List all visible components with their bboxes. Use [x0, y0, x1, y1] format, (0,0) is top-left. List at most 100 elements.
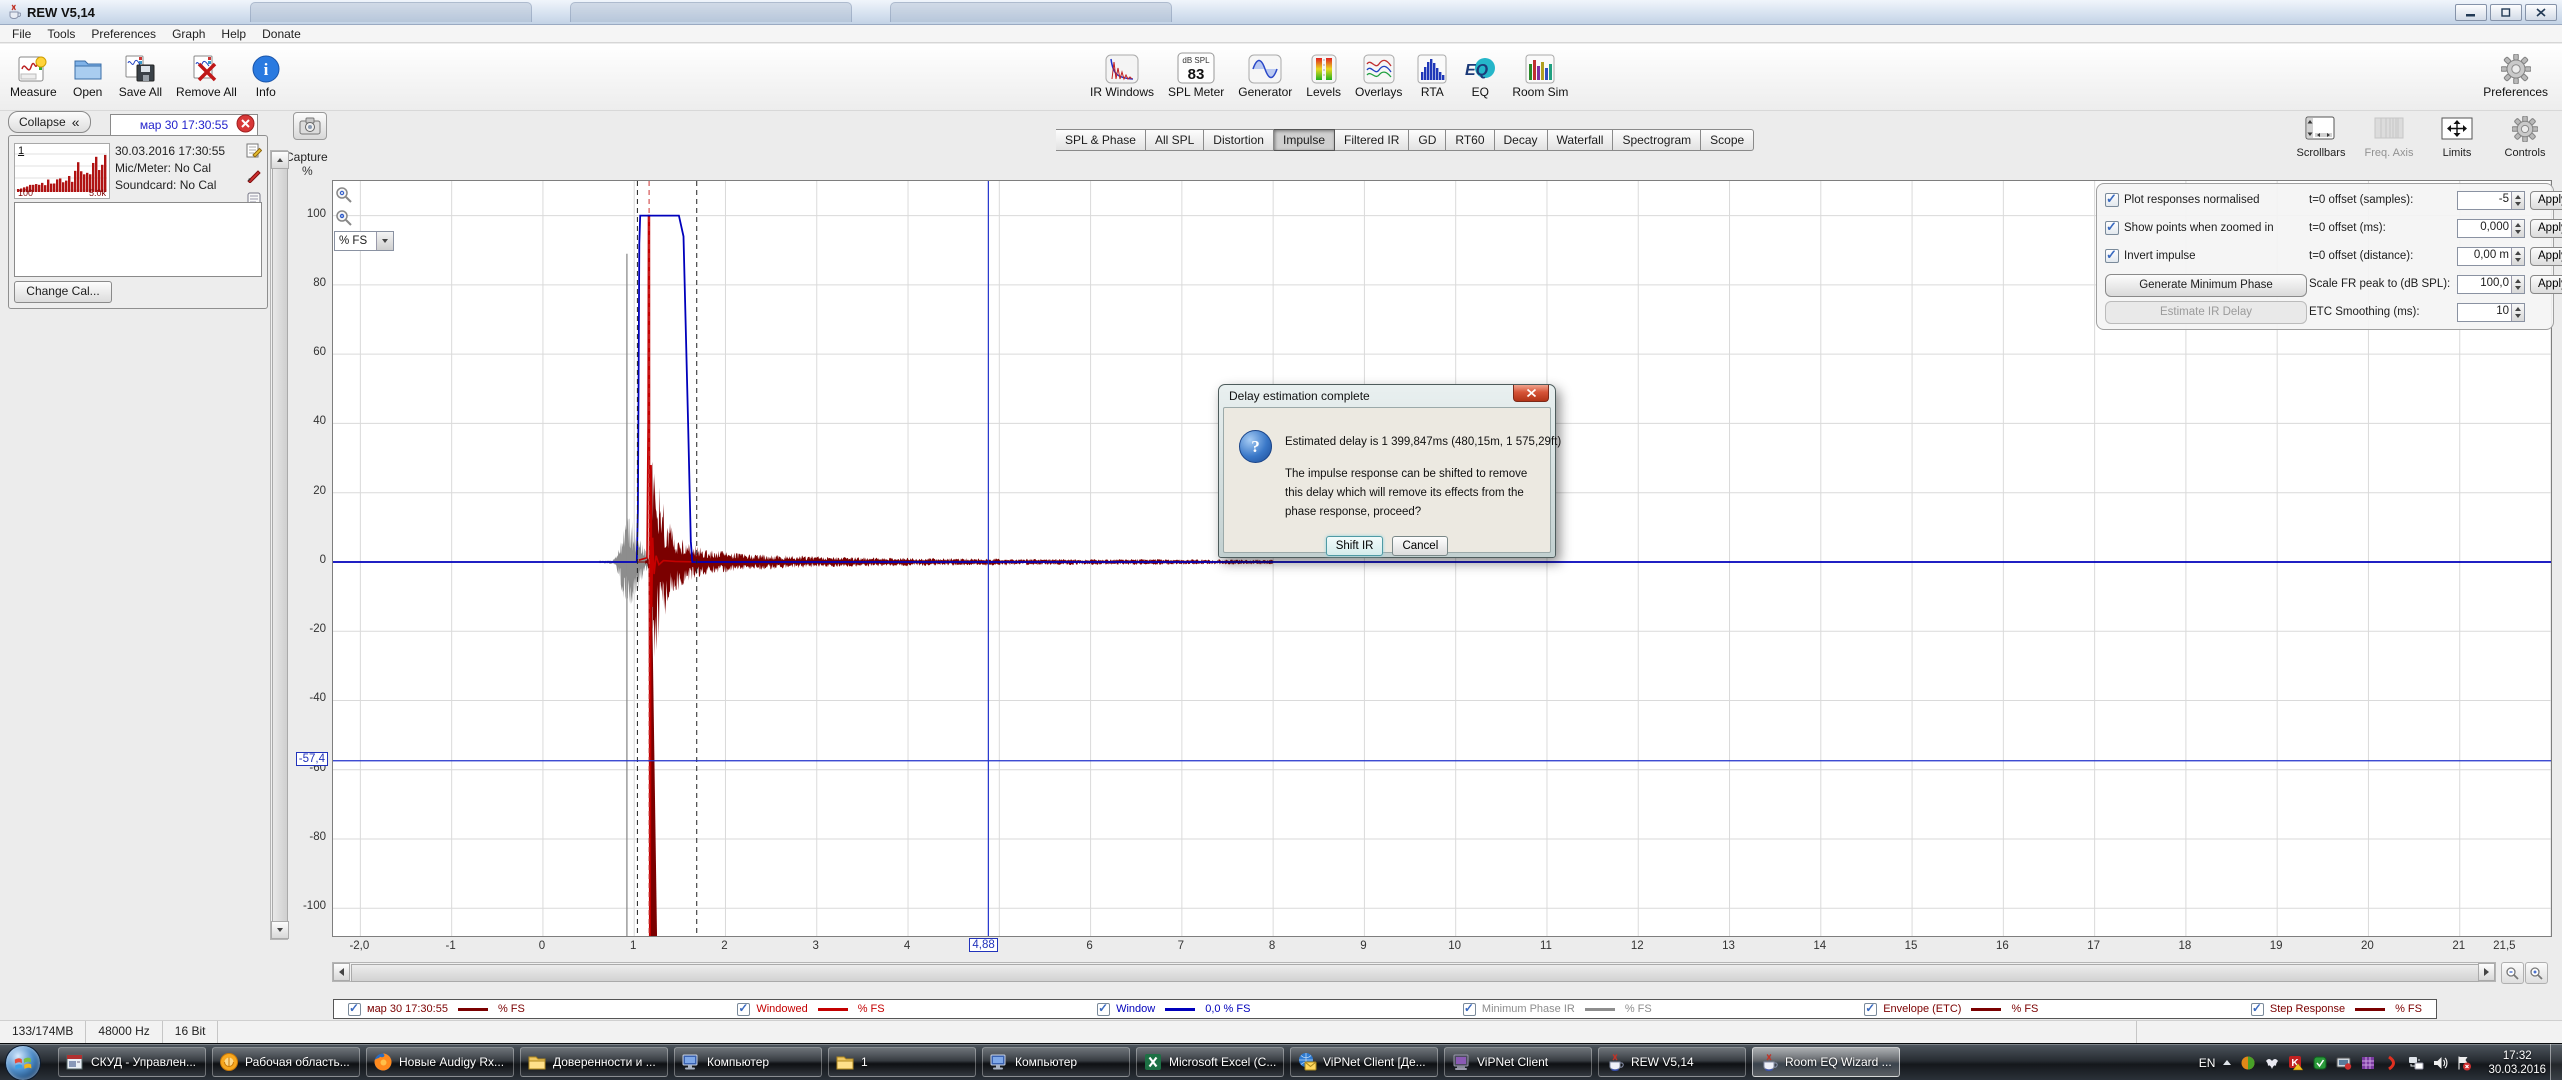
toolbar-button[interactable]: Overlays	[1351, 47, 1406, 100]
tray-bat-icon[interactable]	[2263, 1054, 2280, 1071]
toolbar-button[interactable]: Save All	[115, 47, 166, 100]
graph-tab[interactable]: Scope	[1701, 129, 1754, 151]
trace-checkbox[interactable]	[2251, 1003, 2264, 1016]
measurement-notes-field[interactable]	[14, 202, 262, 277]
graph-view-button[interactable]: Freq. Axis	[2360, 116, 2418, 159]
taskbar-button[interactable]: Рабочая область...	[212, 1047, 360, 1077]
start-button[interactable]	[5, 1045, 41, 1080]
close-button[interactable]	[2525, 4, 2557, 21]
toolbar-button[interactable]: i Info	[247, 47, 285, 100]
taskbar-button[interactable]: Компьютер	[674, 1047, 822, 1077]
toolbar-button[interactable]: Open	[67, 47, 109, 100]
field-input[interactable]: 100,0	[2457, 275, 2525, 294]
panel-button[interactable]: Generate Minimum Phase	[2105, 274, 2307, 297]
toolbar-button[interactable]: IR Windows	[1086, 47, 1158, 100]
preferences-button[interactable]: Preferences	[2479, 47, 2552, 100]
apply-button[interactable]: Apply	[2530, 247, 2562, 266]
field-input[interactable]: 0,00 m	[2457, 247, 2525, 266]
tray-green-icon[interactable]	[2311, 1054, 2328, 1071]
language-indicator[interactable]: EN	[2199, 1056, 2216, 1070]
maximize-button[interactable]	[2490, 4, 2522, 21]
apply-button[interactable]: Apply	[2530, 275, 2562, 294]
tray-grid-icon[interactable]	[2359, 1054, 2376, 1071]
taskbar-button[interactable]: Room EQ Wizard ...	[1752, 1047, 1900, 1077]
menu-item[interactable]: File	[4, 26, 39, 42]
scroll-left-icon[interactable]	[333, 963, 350, 981]
menu-item[interactable]: Donate	[254, 26, 309, 42]
scroll-right-icon[interactable]	[2478, 963, 2495, 981]
graph-tab[interactable]: SPL & Phase	[1056, 129, 1146, 151]
spinner[interactable]	[2511, 276, 2524, 293]
panel-button[interactable]: Estimate IR Delay	[2105, 301, 2307, 324]
graph-tab[interactable]: All SPL	[1146, 129, 1204, 151]
spinner[interactable]	[2511, 248, 2524, 265]
tray-expand-icon[interactable]	[2223, 1060, 2231, 1065]
toolbar-button[interactable]: Remove All	[172, 47, 241, 100]
edit-notes-icon[interactable]	[246, 142, 262, 161]
graph-horizontal-scrollbar[interactable]	[332, 962, 2496, 982]
graph-tab[interactable]: Spectrogram	[1613, 129, 1701, 151]
zoom-in-y-icon[interactable]	[334, 185, 354, 205]
menu-item[interactable]: Preferences	[83, 26, 164, 42]
taskbar-button[interactable]: Microsoft Excel (C...	[1136, 1047, 1284, 1077]
y-axis-unit-select[interactable]: % FS	[334, 231, 394, 251]
checkbox[interactable]	[2105, 249, 2119, 263]
graph-tab[interactable]: RT60	[1446, 129, 1494, 151]
taskbar-button[interactable]: СКУД - Управлен...	[58, 1047, 206, 1077]
toolbar-button[interactable]: Levels	[1302, 47, 1345, 100]
graph-view-button[interactable]: Controls	[2496, 116, 2554, 159]
tray-display-icon[interactable]	[2335, 1054, 2352, 1071]
graph-tab[interactable]: Filtered IR	[1335, 129, 1409, 151]
zoom-in-x-icon[interactable]	[2525, 962, 2548, 984]
change-cal-button[interactable]: Change Cal...	[14, 281, 112, 303]
zoom-out-y-icon[interactable]	[334, 208, 354, 228]
graph-tab[interactable]: Waterfall	[1548, 129, 1614, 151]
toolbar-button[interactable]: dB SPL83 SPL Meter	[1164, 47, 1228, 100]
tray-ball-icon[interactable]	[2239, 1054, 2256, 1071]
menu-item[interactable]: Graph	[164, 26, 213, 42]
spinner[interactable]	[2511, 304, 2524, 321]
zoom-out-x-icon[interactable]	[2501, 962, 2524, 984]
spinner[interactable]	[2511, 220, 2524, 237]
checkbox[interactable]	[2105, 221, 2119, 235]
scrollbar-thumb[interactable]	[351, 964, 2479, 982]
taskbar-button[interactable]: ViPNet Client	[1444, 1047, 1592, 1077]
trace-checkbox[interactable]	[1097, 1003, 1110, 1016]
toolbar-button[interactable]: Measure	[6, 47, 61, 100]
menu-item[interactable]: Help	[213, 26, 254, 42]
scroll-up-icon[interactable]	[271, 151, 289, 169]
tray-swoosh-icon[interactable]	[2383, 1054, 2400, 1071]
graph-tab[interactable]: Decay	[1495, 129, 1548, 151]
collapse-panel-button[interactable]: Collapse «	[8, 111, 91, 133]
trace-checkbox[interactable]	[737, 1003, 750, 1016]
tray-volume-icon[interactable]	[2431, 1054, 2448, 1071]
field-input[interactable]: 10	[2457, 303, 2525, 322]
tray-flag-icon[interactable]	[2455, 1054, 2472, 1071]
spinner[interactable]	[2511, 192, 2524, 209]
field-input[interactable]: 0,000	[2457, 219, 2525, 238]
tray-antivirus-icon[interactable]: K	[2287, 1054, 2304, 1071]
trace-checkbox[interactable]	[1463, 1003, 1476, 1016]
show-desktop-button[interactable]	[2550, 1044, 2562, 1080]
graph-tab[interactable]: Distortion	[1204, 129, 1274, 151]
apply-button[interactable]: Apply	[2530, 219, 2562, 238]
toolbar-button[interactable]: EQ EQ	[1458, 47, 1502, 100]
tray-network-icon[interactable]	[2407, 1054, 2424, 1071]
cancel-button[interactable]: Cancel	[1392, 536, 1448, 556]
toolbar-button[interactable]: Room Sim	[1508, 47, 1572, 100]
taskbar-button[interactable]: Новые Audigy Rx...	[366, 1047, 514, 1077]
shift-ir-button[interactable]: Shift IR	[1326, 536, 1384, 556]
dialog-close-button[interactable]	[1513, 385, 1549, 402]
taskbar-button[interactable]: REW V5,14	[1598, 1047, 1746, 1077]
taskbar-button[interactable]: Доверенности и ...	[520, 1047, 668, 1077]
trace-color-icon[interactable]	[246, 167, 262, 186]
taskbar-button[interactable]: ViPNet Client [Де...	[1290, 1047, 1438, 1077]
field-input[interactable]: -5	[2457, 191, 2525, 210]
toolbar-button[interactable]: RTA	[1412, 47, 1452, 100]
checkbox[interactable]	[2105, 193, 2119, 207]
graph-tab[interactable]: GD	[1409, 129, 1446, 151]
measurement-thumbnail[interactable]: 1 100 5.0k	[14, 143, 110, 199]
capture-button[interactable]	[293, 112, 327, 140]
apply-button[interactable]: Apply	[2530, 191, 2562, 210]
minimize-button[interactable]	[2455, 4, 2487, 21]
